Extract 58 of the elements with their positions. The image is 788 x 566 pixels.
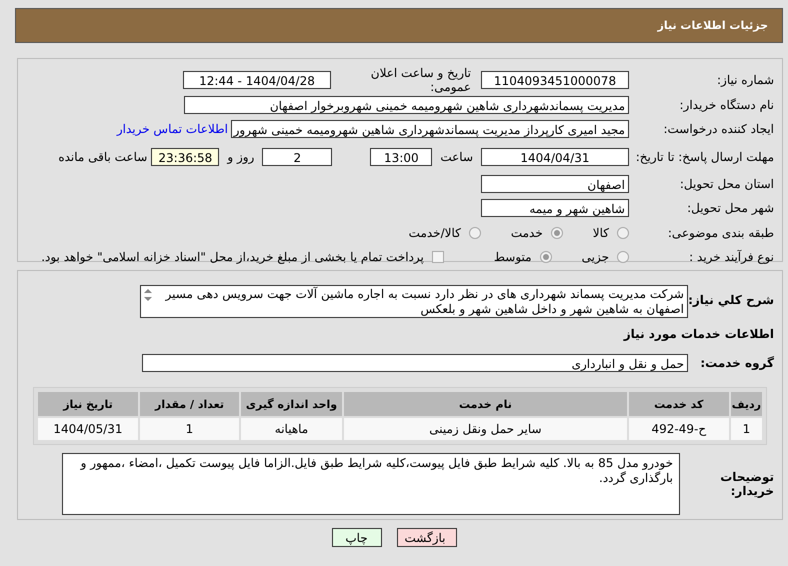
field-label: طبقه بندی موضوعی: bbox=[666, 226, 774, 240]
field-label: شرح کلي نیاز: bbox=[688, 292, 774, 307]
province-field: اصفهان bbox=[481, 174, 629, 193]
radio-label: خدمت bbox=[510, 226, 543, 240]
treasury-note: پرداخت تمام یا بخشی از مبلغ خرید،از محل "اسناد خزانه اسلامی" خواهد بود. bbox=[41, 250, 424, 264]
field-label: نام دستگاه خریدار: bbox=[678, 98, 774, 112]
scroll-arrows-icon[interactable] bbox=[143, 288, 153, 302]
field-label: شهر محل تحویل: bbox=[686, 201, 774, 216]
column-header: تاریخ نیاز bbox=[38, 392, 138, 416]
table-cell: 1 bbox=[140, 418, 239, 440]
deadline-date-field: 1404/04/31 bbox=[481, 148, 629, 166]
field-label: استان محل تحویل: bbox=[678, 176, 774, 191]
radio-label: جزیی bbox=[582, 250, 609, 264]
field-label: نوع فرآیند خرید : bbox=[688, 250, 774, 264]
column-header: ردیف bbox=[730, 392, 762, 416]
radio-button[interactable] bbox=[540, 251, 552, 264]
remaining-label: ساعت باقی مانده bbox=[58, 150, 148, 164]
buyer-contact-link[interactable]: اطلاعات تماس خریدار bbox=[116, 122, 228, 136]
radio-label: متوسط bbox=[494, 250, 532, 264]
time-label: ساعت bbox=[440, 150, 473, 164]
description-text: شرکت مدیریت پسماند شهرداری های در نظر دارد نسبت به اجاره ماشین آلات جهت سرویس دهی مسیر اصفهان به شاهین شهر و داخل شاهین شهر و بلعکس bbox=[164, 287, 684, 317]
action-button[interactable]: چاپ bbox=[332, 528, 382, 547]
buyer-org-field: مدیریت پسماندشهرداری شاهین شهرومیمه خمینی شهروبرخوار اصفهان bbox=[184, 96, 629, 114]
action-button[interactable]: بازگشت bbox=[396, 528, 456, 547]
radio-button[interactable] bbox=[550, 226, 563, 239]
table-cell: ماهیانه bbox=[241, 418, 342, 440]
column-header: واحد اندازه گیری bbox=[241, 392, 342, 416]
radio-label: کالا bbox=[592, 226, 609, 240]
service-group-field: حمل و نقل و انبارداری bbox=[142, 354, 688, 372]
field-label: شماره نیاز: bbox=[716, 73, 774, 88]
days-field: 2 bbox=[262, 148, 332, 166]
city-field: شاهین شهر و میمه bbox=[481, 199, 629, 218]
field-label: گروه خدمت: bbox=[699, 356, 774, 370]
column-header: تعداد / مقدار bbox=[140, 392, 239, 416]
buyer-notes-text: خودرو مدل 85 به بالا. کلیه شرایط طبق فایل پیوست،کلیه شرایط طبق فایل.الزاما فایل پیوست تکمیل ،امضاء ،ممهور و بارگذاری گردد. bbox=[79, 456, 673, 486]
requester-field: مجید امیری کارپرداز مدیریت پسماندشهرداری شاهین شهرومیمه خمینی شهرور bbox=[231, 120, 629, 138]
radio-button[interactable] bbox=[617, 251, 629, 264]
table-cell: ح-49-492 bbox=[628, 418, 729, 440]
field-label: توضیحات خریدار: bbox=[719, 470, 774, 498]
need-number-field: 1104093451000078 bbox=[481, 71, 629, 90]
remaining-time-field: 23:36:58 bbox=[151, 148, 220, 166]
column-header: نام خدمت bbox=[344, 392, 627, 416]
radio-button[interactable] bbox=[617, 226, 629, 239]
table-cell: سایر حمل ونقل زمینی bbox=[344, 418, 627, 440]
table-cell: 1404/05/31 bbox=[38, 418, 138, 440]
field-label: ایجاد کننده درخواست: bbox=[662, 122, 774, 136]
column-header: کد خدمت bbox=[628, 392, 729, 416]
deadline-time-field: 13:00 bbox=[370, 148, 432, 166]
radio-button[interactable] bbox=[468, 226, 481, 239]
radio-label: کالا/خدمت bbox=[408, 226, 461, 240]
table-cell: 1 bbox=[730, 418, 762, 440]
field-label: مهلت ارسال پاسخ: تا تاریخ: bbox=[634, 150, 774, 164]
page-title: جزئیات اطلاعات نیاز bbox=[658, 19, 768, 32]
section-heading: اطلاعات خدمات مورد نیاز bbox=[622, 327, 775, 343]
days-label: روز و bbox=[227, 150, 254, 164]
field-label: تاریخ و ساعت اعلان عمومی: bbox=[370, 66, 471, 94]
checkbox[interactable] bbox=[432, 251, 444, 264]
announce-date-field: 1404/04/28 - 12:44 bbox=[183, 71, 331, 90]
